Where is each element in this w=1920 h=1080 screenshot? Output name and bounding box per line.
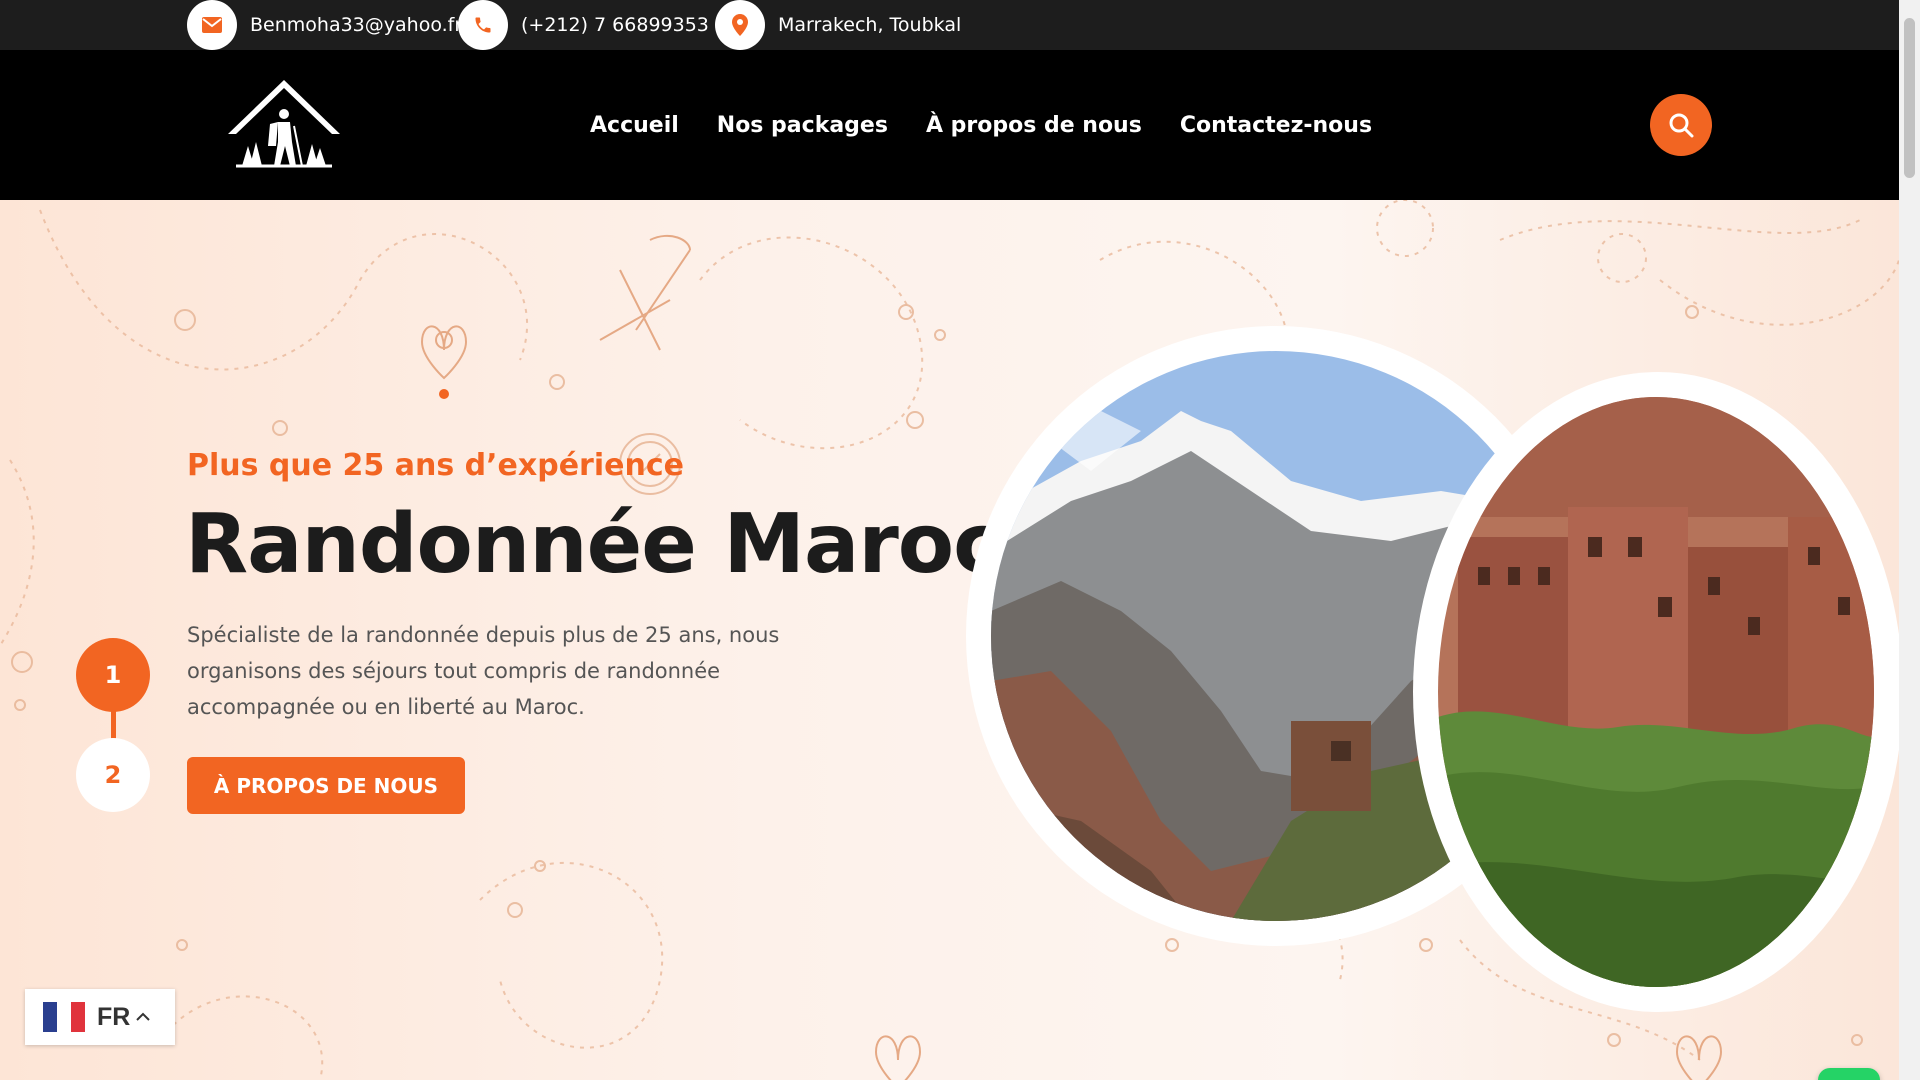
phone-contact[interactable]: (+212) 7 66899353 [458,0,709,50]
language-code: FR [97,1002,131,1031]
location-contact[interactable]: Marrakech, Toubkal [715,0,961,50]
location-text: Marrakech, Toubkal [778,14,962,36]
phone-icon [458,0,508,50]
phone-text: (+212) 7 66899353 [521,14,709,36]
france-flag-icon [43,1002,85,1032]
kasbah-village-photo [1438,397,1874,987]
main-navbar: Accueil Nos packages À propos de nous Co… [0,50,1899,200]
nav-a-propos[interactable]: À propos de nous [926,113,1142,138]
chevron-up-icon [136,1012,151,1021]
hero-title: Randonnée Maroc [185,497,1002,592]
nav-contactez-nous[interactable]: Contactez-nous [1180,113,1372,138]
nav-accueil[interactable]: Accueil [590,113,679,138]
language-switcher[interactable]: FR [25,989,175,1045]
slide-dot-2[interactable]: 2 [76,738,150,812]
map-pin-icon [715,0,765,50]
hero-kicker: Plus que 25 ans d’expérience [187,448,684,483]
hero-description: Spécialiste de la randonnée depuis plus … [187,623,780,719]
hiker-tent-logo[interactable] [222,76,346,172]
scrollbar-thumb[interactable] [1904,18,1915,178]
nav-nos-packages[interactable]: Nos packages [717,113,888,138]
email-contact[interactable]: Benmoha33@yahoo.fr [187,0,462,50]
top-contact-bar: Benmoha33@yahoo.fr (+212) 7 66899353 Mar… [0,0,1899,50]
search-icon [1669,113,1694,138]
whatsapp-button[interactable] [1818,1068,1880,1080]
hero-section: Plus que 25 ans d’expérience Randonnée M… [0,200,1899,1080]
page-scrollbar[interactable] [1899,0,1920,1080]
search-button[interactable] [1650,94,1712,156]
slide-dot-1[interactable]: 1 [76,638,150,712]
primary-nav: Accueil Nos packages À propos de nous Co… [590,50,1410,200]
about-us-button[interactable]: À PROPOS DE NOUS [187,757,465,814]
envelope-icon [187,0,237,50]
email-text: Benmoha33@yahoo.fr [250,14,463,36]
